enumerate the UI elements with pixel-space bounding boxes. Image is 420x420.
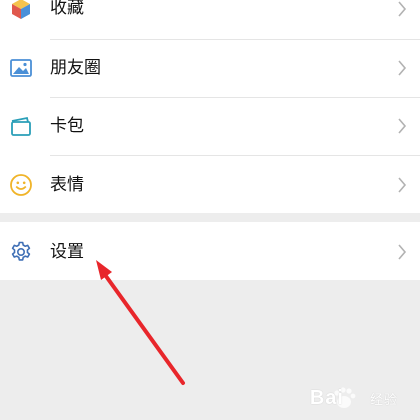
menu-item-label: 卡包 [50, 116, 84, 136]
smiley-face-icon [9, 173, 33, 197]
menu-item-favorites[interactable]: 收藏 [0, 0, 420, 38]
menu-item-settings[interactable]: 设置 [0, 222, 420, 279]
menu-group-main: 收藏 朋友圈 卡包 表情 [0, 0, 420, 213]
wechat-me-menu-screen: 收藏 朋友圈 卡包 表情 设置 Bai 经验 [0, 0, 420, 420]
menu-group-settings: 设置 [0, 222, 420, 280]
favorites-cube-icon [9, 0, 33, 21]
watermark-brand: Bai [309, 387, 344, 409]
chevron-right-icon [396, 117, 408, 135]
baidu-watermark: Bai 经验 [310, 387, 398, 410]
menu-item-stickers[interactable]: 表情 [0, 156, 420, 213]
gear-icon [9, 240, 33, 264]
watermark-sub: 经验 [369, 392, 398, 407]
chevron-right-icon [396, 176, 408, 194]
menu-item-label: 收藏 [50, 0, 84, 18]
menu-item-label: 设置 [50, 242, 84, 262]
menu-item-card-wallet[interactable]: 卡包 [0, 98, 420, 155]
moments-photo-icon [9, 56, 33, 80]
menu-item-moments[interactable]: 朋友圈 [0, 40, 420, 97]
chevron-right-icon [396, 243, 408, 261]
menu-item-label: 表情 [50, 175, 84, 195]
card-wallet-icon [9, 114, 33, 138]
chevron-right-icon [396, 0, 408, 18]
menu-item-label: 朋友圈 [50, 58, 101, 78]
chevron-right-icon [396, 59, 408, 77]
